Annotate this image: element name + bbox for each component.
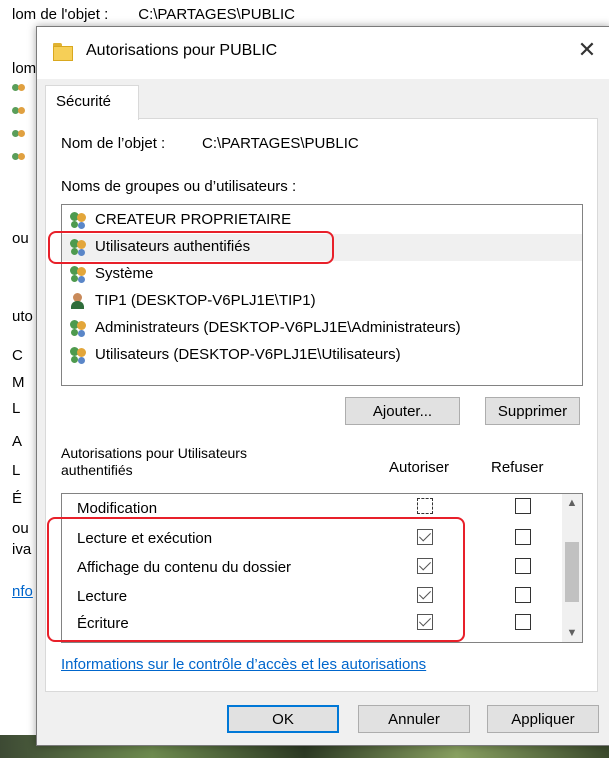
group-row[interactable]: Utilisateurs (DESKTOP-V6PLJ1E\Utilisateu… (62, 342, 582, 369)
allow-checkbox[interactable] (417, 529, 433, 545)
background-fragment: L (12, 400, 21, 417)
deny-column-header: Refuser (491, 459, 544, 476)
background-fragment: iva (12, 541, 32, 558)
deny-checkbox[interactable] (515, 587, 531, 603)
background-object-value: C:\PARTAGES\PUBLIC (138, 6, 295, 23)
background-fragment: uto (12, 308, 33, 325)
group-name: Utilisateurs (DESKTOP-V6PLJ1E\Utilisateu… (95, 346, 401, 363)
scroll-down-icon[interactable]: ▼ (562, 624, 582, 642)
group-icon (70, 320, 88, 336)
group-row[interactable]: Système (62, 261, 582, 288)
user-icon (70, 293, 88, 309)
background-object-label: lom de l'objet : (12, 6, 109, 23)
apply-button[interactable]: Appliquer (487, 705, 599, 733)
folder-icon (53, 42, 73, 62)
dialog-title: Autorisations pour PUBLIC (86, 42, 278, 59)
title-bar[interactable]: Autorisations pour PUBLIC ✕ (37, 27, 609, 79)
group-name: CREATEUR PROPRIETAIRE (95, 211, 292, 228)
background-fragment: ou (12, 230, 29, 247)
background-fragment: L (12, 462, 21, 479)
permission-row: Modification (62, 494, 562, 524)
group-name: TIP1 (DESKTOP-V6PLJ1E\TIP1) (95, 292, 316, 309)
background-group-icon (12, 84, 26, 98)
background-group-icon (12, 107, 26, 121)
permissions-label-line1: Autorisations pour Utilisateurs (61, 445, 247, 461)
cancel-button[interactable]: Annuler (358, 705, 470, 733)
group-name: Administrateurs (DESKTOP-V6PLJ1E\Adminis… (95, 319, 461, 336)
background-group-icon (12, 153, 26, 167)
group-row[interactable]: TIP1 (DESKTOP-V6PLJ1E\TIP1) (62, 288, 582, 315)
allow-column-header: Autoriser (389, 459, 450, 476)
group-name: Utilisateurs authentifiés (95, 238, 251, 255)
close-icon: ✕ (577, 37, 597, 62)
group-row[interactable]: Administrateurs (DESKTOP-V6PLJ1E\Adminis… (62, 315, 582, 342)
deny-checkbox[interactable] (515, 529, 531, 545)
allow-checkbox[interactable] (417, 498, 433, 514)
ok-button[interactable]: OK (227, 705, 339, 733)
allow-checkbox[interactable] (417, 558, 433, 574)
deny-checkbox[interactable] (515, 498, 531, 514)
background-link-fragment[interactable]: nfo (12, 583, 33, 600)
permissions-list[interactable]: Modification Lecture et exécution Affich… (61, 493, 583, 643)
groups-list[interactable]: CREATEUR PROPRIETAIRE Utilisateurs authe… (61, 204, 583, 386)
groups-label: Noms de groupes ou d’utilisateurs : (61, 178, 297, 195)
background-fragment: A (12, 433, 23, 450)
permission-name: Lecture (77, 588, 128, 605)
permission-name: Affichage du contenu du dossier (77, 559, 292, 576)
group-row-selected[interactable]: Utilisateurs authentifiés (62, 234, 582, 261)
allow-checkbox[interactable] (417, 587, 433, 603)
group-icon (70, 266, 88, 282)
info-link[interactable]: Informations sur le contrôle d’accès et … (61, 656, 426, 673)
background-fragment: ou (12, 520, 29, 537)
permission-row: Affichage du contenu du dossier (62, 553, 562, 583)
permissions-dialog: Autorisations pour PUBLIC ✕ Sécurité Nom… (36, 26, 609, 746)
permission-row: Lecture et exécution (62, 524, 562, 554)
permission-row: Lecture (62, 582, 562, 612)
background-group-icon (12, 130, 26, 144)
background-fragment: M (12, 374, 25, 391)
remove-button[interactable]: Supprimer (485, 397, 580, 425)
scroll-up-icon[interactable]: ▲ (562, 494, 582, 512)
deny-checkbox[interactable] (515, 614, 531, 630)
group-name: Système (95, 265, 154, 282)
group-icon (70, 239, 88, 255)
tab-security-label: Sécurité (56, 93, 112, 110)
group-icon (70, 212, 88, 228)
permissions-label-line2: authentifiés (61, 462, 133, 478)
background-fragment: É (12, 490, 23, 507)
group-icon (70, 347, 88, 363)
add-button[interactable]: Ajouter... (345, 397, 460, 425)
permission-name: Lecture et exécution (77, 530, 213, 547)
group-row[interactable]: CREATEUR PROPRIETAIRE (62, 207, 582, 234)
security-panel: Nom de l’objet : C:\PARTAGES\PUBLIC Noms… (45, 118, 598, 692)
background-fragment: C (12, 347, 23, 364)
permissions-scrollbar[interactable]: ▲ ▼ (562, 494, 582, 642)
object-name-label: Nom de l’objet : (61, 135, 166, 152)
object-name-value: C:\PARTAGES\PUBLIC (202, 135, 359, 152)
deny-checkbox[interactable] (515, 558, 531, 574)
background-object-line: lom de l'objet : C:\PARTAGES\PUBLIC (12, 6, 325, 23)
permission-row: Écriture (62, 609, 562, 639)
close-button[interactable]: ✕ (564, 27, 609, 73)
tab-security[interactable]: Sécurité (45, 85, 139, 120)
permission-name: Modification (77, 500, 158, 517)
background-fragment: lom (12, 60, 37, 77)
allow-checkbox[interactable] (417, 614, 433, 630)
scroll-thumb[interactable] (565, 542, 579, 602)
permission-name: Écriture (77, 615, 129, 632)
